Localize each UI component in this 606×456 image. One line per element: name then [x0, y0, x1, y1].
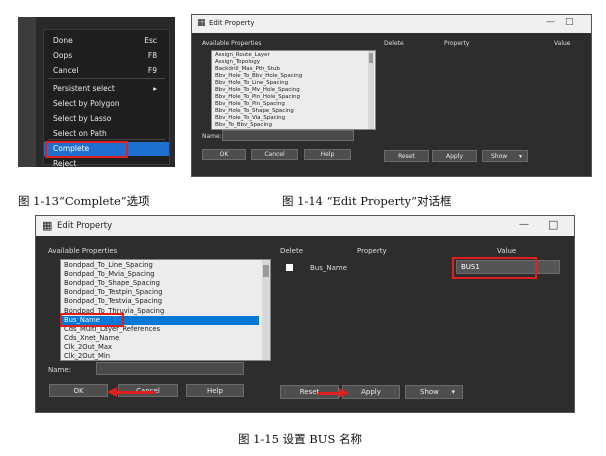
menu-separator [48, 139, 165, 140]
menu-item-label: Select by Lasso [53, 114, 112, 123]
ok-button[interactable]: OK [202, 149, 246, 160]
menu-item-done[interactable]: Done Esc [44, 34, 169, 48]
arrowhead-left [107, 387, 117, 397]
list-item[interactable]: Cds_Xnet_Name [61, 334, 259, 343]
highlight-bus-name-item [60, 313, 124, 327]
show-dropdown[interactable]: Show ▾ [482, 150, 528, 162]
list-item[interactable]: Assign_Route_Layer [212, 52, 365, 59]
list-item[interactable]: Bbv_Hole_To_Line_Spacing [212, 80, 365, 87]
list-item[interactable]: Bondpad_To_Mvia_Spacing [61, 270, 259, 279]
scrollbar-thumb[interactable] [369, 53, 373, 63]
caption-1-14: 图 1-14 “Edit Property”对话框 [282, 194, 452, 208]
arrow-to-apply [318, 392, 340, 395]
caption-1-13: 图 1-13“Complete”选项 [18, 194, 150, 208]
minimize-icon[interactable]: — [546, 17, 555, 27]
pcb-edge [18, 17, 36, 167]
chevron-down-icon: ▾ [451, 388, 455, 396]
properties-list[interactable]: Clk_2Out_Min Clk_2Out_Max Cds_Xnet_Name Cds… [60, 259, 271, 361]
title-bar: ▦ Edit Property — □ [192, 15, 591, 33]
app-icon: ▦ [42, 219, 53, 232]
menu-item-cancel[interactable]: Cancel F9 [44, 64, 169, 78]
list-item[interactable]: Bbv_Hole_To_Bbv_Hole_Spacing [212, 73, 365, 80]
menu-item-reject[interactable]: Reject [44, 157, 169, 171]
list-item[interactable]: Bbv_Hole_To_Mv_Hole_Spacing [212, 87, 365, 94]
list-item[interactable]: Bbv_Hole_To_Pin_Spacing [212, 101, 365, 108]
minimize-icon[interactable]: — [519, 219, 529, 230]
menu-item-shortcut: ▸ [153, 84, 157, 93]
list-item[interactable]: Bbv_To_Bbv_Spacing [212, 122, 365, 129]
menu-item-label: Done [53, 36, 73, 45]
dialog-title: Edit Property [209, 19, 255, 27]
dialog-title: Edit Property [57, 221, 113, 231]
caption-1-15: 图 1-15 设置 BUS 名称 [238, 432, 362, 446]
menu-item-shortcut: F8 [147, 51, 157, 60]
list-item[interactable]: Bbv_Hole_To_Pin_Hole_Spacing [212, 94, 365, 101]
value-header: Value [497, 247, 517, 255]
ok-button[interactable]: OK [49, 384, 108, 397]
list-item[interactable]: Clk_2Out_Min [61, 352, 259, 360]
show-dropdown[interactable]: Show ▾ [405, 385, 463, 399]
name-label: Name: [202, 133, 222, 140]
app-icon: ▦ [197, 18, 206, 28]
value-header: Value [554, 40, 571, 47]
menu-item-shortcut: F9 [147, 66, 157, 75]
show-label: Show [420, 388, 439, 396]
reset-button[interactable]: Reset [384, 150, 429, 162]
help-button[interactable]: Help [304, 149, 351, 160]
available-properties-label: Available Properties [202, 40, 262, 47]
maximize-icon[interactable]: □ [548, 218, 558, 231]
list-item[interactable]: Bondpad_To_Line_Spacing [61, 261, 259, 270]
menu-item-label: Persistent select [53, 84, 115, 93]
menu-item-label: Reject [53, 159, 77, 168]
list-scrollbar[interactable] [262, 260, 270, 360]
list-item[interactable]: Bondpad_To_Shape_Spacing [61, 279, 259, 288]
name-label: Name: [48, 366, 72, 374]
menu-item-label: Oops [53, 51, 73, 60]
name-input[interactable] [222, 130, 354, 141]
list-item[interactable]: Clk_2Out_Max [61, 343, 259, 352]
list-item[interactable]: Assign_Topology [212, 59, 365, 66]
highlight-value [452, 257, 537, 279]
name-input[interactable] [96, 362, 244, 375]
list-item[interactable]: Bondpad_To_Testvia_Spacing [61, 297, 259, 306]
menu-item-label: Select by Polygon [53, 99, 120, 108]
context-menu: Done Esc Oops F8 Cancel F9 Persistent select ▸ S… [43, 29, 170, 168]
figure-1-13: Done Esc Oops F8 Cancel F9 Persistent select ▸ S… [18, 17, 175, 168]
menu-item-select-by-lasso[interactable]: Select by Lasso [44, 112, 169, 126]
cancel-button[interactable]: Cancel [251, 149, 298, 160]
title-bar: ▦ Edit Property — □ [36, 216, 574, 236]
list-item[interactable]: Bondpad_To_Testpin_Spacing [61, 288, 259, 297]
list-item[interactable]: Bbv_Hole_To_Shape_Spacing [212, 108, 365, 115]
menu-item-select-by-polygon[interactable]: Select by Polygon [44, 97, 169, 111]
arrow-to-ok [116, 391, 156, 394]
property-name: Bus_Name [310, 264, 348, 272]
list-item[interactable]: Bbv_Hole_To_Via_Spacing [212, 115, 365, 122]
list-scrollbar[interactable] [368, 51, 374, 129]
delete-header: Delete [280, 247, 303, 255]
available-properties-label: Available Properties [48, 247, 118, 255]
menu-item-shortcut: Esc [144, 36, 157, 45]
edit-property-dialog-large: ▦ Edit Property — □ Available Properties… [35, 215, 575, 413]
menu-item-persistent-select[interactable]: Persistent select ▸ [44, 82, 169, 96]
apply-button[interactable]: Apply [432, 150, 477, 162]
highlight-complete [45, 141, 128, 158]
list-item[interactable]: Backdrill_Max_Pth_Stub [212, 66, 365, 73]
help-button[interactable]: Help [186, 384, 244, 397]
delete-checkbox[interactable] [286, 264, 293, 271]
property-header: Property [444, 40, 470, 47]
menu-item-oops[interactable]: Oops F8 [44, 49, 169, 63]
chevron-down-icon: ▾ [518, 153, 522, 160]
scrollbar-thumb[interactable] [263, 265, 269, 277]
maximize-icon[interactable]: □ [565, 17, 574, 27]
edit-property-dialog-small: ▦ Edit Property — □ Available Properties… [191, 14, 592, 177]
show-label: Show [491, 153, 508, 160]
menu-item-label: Cancel [53, 66, 79, 75]
menu-separator [48, 78, 165, 79]
property-header: Property [357, 247, 387, 255]
delete-header: Delete [384, 40, 404, 47]
apply-button[interactable]: Apply [342, 385, 400, 399]
properties-list[interactable]: Bbv_To_Bbv_Spacing Bbv_Hole_To_Via_Spacin… [211, 50, 376, 130]
arrowhead-right [339, 388, 349, 398]
